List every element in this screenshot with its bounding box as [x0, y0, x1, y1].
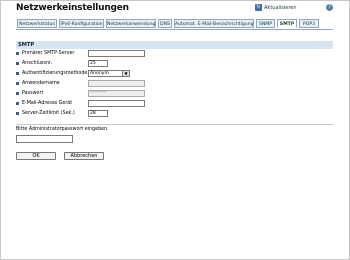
auth-method-label: Authentifizierungsmethode	[22, 71, 88, 76]
divider	[16, 124, 333, 125]
primary-smtp-label: Primärer SMTP-Server	[22, 51, 75, 56]
refresh-label[interactable]: Aktualisieren	[264, 5, 297, 11]
page-title: Netzwerkeinstellungen	[16, 3, 129, 13]
password-input[interactable]: *******	[88, 90, 145, 97]
row-password: Passwort	[16, 89, 43, 98]
section-header-smtp: SMTP	[16, 41, 333, 49]
tab-divider	[16, 29, 333, 30]
admin-password-input[interactable]	[16, 135, 73, 143]
bullet-icon	[16, 112, 19, 115]
bullet-icon	[16, 62, 19, 65]
port-label: Anschlussnr.	[22, 61, 52, 66]
chevron-down-icon[interactable]: ▼	[122, 71, 129, 76]
tab-snmp[interactable]: SNMP	[256, 19, 275, 28]
timeout-label: Server-Zeitlimit (Sek.)	[22, 111, 75, 116]
username-label: Anwendername	[22, 81, 60, 86]
row-primary-smtp: Primärer SMTP-Server	[16, 49, 74, 58]
bullet-icon	[16, 72, 19, 75]
row-timeout: Server-Zeitlimit (Sek.)	[16, 109, 75, 118]
bullet-icon	[16, 92, 19, 95]
row-username: Anwendername	[16, 79, 60, 88]
timeout-input[interactable]: 28	[88, 110, 108, 117]
primary-smtp-input[interactable]	[88, 50, 145, 57]
refresh-link[interactable]: ↻ Aktualisieren	[255, 4, 297, 11]
email-input[interactable]	[88, 100, 145, 107]
bullet-icon	[16, 82, 19, 85]
username-input[interactable]	[88, 80, 145, 87]
port-input[interactable]: 25	[88, 60, 108, 67]
ok-button[interactable]: OK	[16, 152, 56, 160]
password-label: Passwort	[22, 91, 44, 96]
tab-netzwerkstatus[interactable]: Netzwerkstatus	[17, 19, 57, 28]
row-auth-method: Authentifizierungsmethode	[16, 69, 87, 78]
auth-method-value: Anonym	[90, 71, 109, 76]
bullet-icon	[16, 102, 19, 105]
tab-ipv6-konfiguration[interactable]: IPv6-Konfiguration	[59, 19, 104, 28]
refresh-icon[interactable]: ↻	[255, 4, 262, 11]
tab-smtp[interactable]: SMTP	[277, 19, 297, 28]
row-port: Anschlussnr.	[16, 59, 52, 68]
row-email: E-Mail-Adresse Gerät	[16, 99, 72, 108]
bullet-icon	[16, 52, 19, 55]
tab-dns[interactable]: DNS	[158, 19, 172, 28]
help-icon[interactable]: ?	[326, 4, 333, 11]
auth-method-select[interactable]: Anonym ▼	[88, 70, 130, 77]
cancel-button[interactable]: Abbrechen	[64, 152, 104, 160]
admin-password-prompt: Bitte Administratorpasswort eingeben.	[16, 127, 109, 132]
tab-pop3[interactable]: POP3	[299, 19, 319, 28]
email-label: E-Mail-Adresse Gerät	[22, 101, 73, 106]
tab-email-benachrichtigung[interactable]: Automat. E-Mail-Benachrichtigung	[174, 19, 254, 28]
tab-netzwerkanwendung[interactable]: Netzwerkanwendung	[106, 19, 156, 28]
